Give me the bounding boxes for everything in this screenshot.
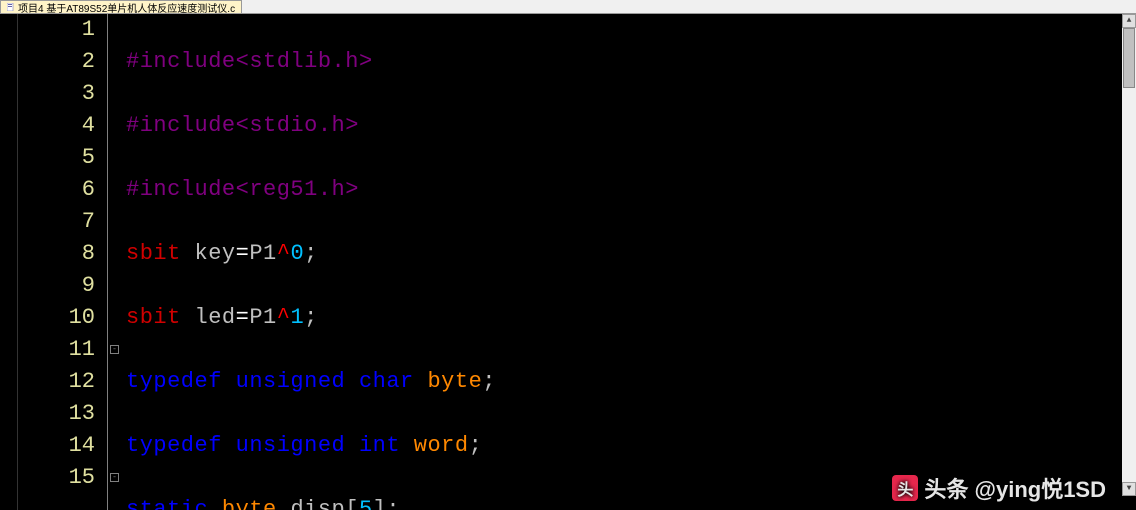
type-name: word: [414, 433, 469, 458]
code-area[interactable]: #include<stdlib.h> #include<stdio.h> #in…: [122, 14, 1136, 510]
code-editor: 1 2 3 4 5 6 7 8 9 10 11 12 13 14 15 - - …: [0, 14, 1136, 510]
include-path: <stdio.h>: [236, 113, 359, 138]
fold-margin: - -: [108, 14, 122, 510]
punct: ;: [304, 241, 318, 266]
scrollbar-thumb[interactable]: [1123, 28, 1135, 88]
preproc-directive: #include: [126, 49, 236, 74]
type-name: byte: [222, 497, 277, 510]
keyword: typedef: [126, 369, 222, 394]
vertical-scrollbar[interactable]: ▲ ▼: [1122, 14, 1136, 496]
line-number: 13: [18, 398, 95, 430]
keyword: char: [359, 369, 414, 394]
watermark-text: 头条 @ying悦1SD: [924, 472, 1106, 504]
line-number: 3: [18, 78, 95, 110]
keyword: typedef: [126, 433, 222, 458]
bracket: [: [345, 497, 359, 510]
toutiao-icon: 头: [892, 475, 918, 501]
scroll-up-arrow-icon[interactable]: ▲: [1122, 14, 1136, 28]
keyword: sbit: [126, 305, 181, 330]
margin-left: [0, 14, 18, 510]
file-icon: [7, 3, 15, 11]
line-number: 14: [18, 430, 95, 462]
number: 0: [290, 241, 304, 266]
scroll-down-arrow-icon[interactable]: ▼: [1122, 482, 1136, 496]
code-line: #include<stdlib.h>: [126, 46, 1136, 78]
line-number: 7: [18, 206, 95, 238]
line-number: 2: [18, 46, 95, 78]
code-line: sbit key=P1^0;: [126, 238, 1136, 270]
line-number: 1: [18, 14, 95, 46]
operator: =: [236, 241, 250, 266]
number: 1: [290, 305, 304, 330]
keyword: sbit: [126, 241, 181, 266]
preproc-directive: #include: [126, 113, 236, 138]
preproc-directive: #include: [126, 177, 236, 202]
type-name: byte: [427, 369, 482, 394]
line-number-gutter: 1 2 3 4 5 6 7 8 9 10 11 12 13 14 15: [18, 14, 108, 510]
punct: ;: [386, 497, 400, 510]
fold-toggle-icon[interactable]: -: [110, 473, 119, 482]
operator: ^: [277, 305, 291, 330]
line-number: 10: [18, 302, 95, 334]
keyword: int: [359, 433, 400, 458]
code-line: sbit led=P1^1;: [126, 302, 1136, 334]
line-number: 4: [18, 110, 95, 142]
keyword: unsigned: [236, 369, 346, 394]
punct: ;: [469, 433, 483, 458]
operator: ^: [277, 241, 291, 266]
fold-toggle-icon[interactable]: -: [110, 345, 119, 354]
identifier: P1: [249, 241, 276, 266]
line-number: 11: [18, 334, 95, 366]
line-number: 15: [18, 462, 95, 494]
file-tab[interactable]: 项目4 基于AT89S52单片机人体反应速度测试仪.c: [0, 0, 242, 13]
line-number: 5: [18, 142, 95, 174]
code-line: #include<stdio.h>: [126, 110, 1136, 142]
include-path: <stdlib.h>: [236, 49, 373, 74]
tab-bar: 项目4 基于AT89S52单片机人体反应速度测试仪.c: [0, 0, 1136, 14]
code-line: typedef unsigned int word;: [126, 430, 1136, 462]
tab-title: 项目4 基于AT89S52单片机人体反应速度测试仪.c: [18, 0, 235, 15]
code-line: #include<reg51.h>: [126, 174, 1136, 206]
punct: ;: [304, 305, 318, 330]
identifier: key: [195, 241, 236, 266]
identifier: P1: [249, 305, 276, 330]
identifier: led: [195, 305, 236, 330]
include-path: <reg51.h>: [236, 177, 359, 202]
identifier: disp: [290, 497, 345, 510]
line-number: 8: [18, 238, 95, 270]
line-number: 12: [18, 366, 95, 398]
watermark: 头 头条 @ying悦1SD: [892, 472, 1106, 504]
code-line: typedef unsigned char byte;: [126, 366, 1136, 398]
keyword: unsigned: [236, 433, 346, 458]
number: 5: [359, 497, 373, 510]
line-number: 9: [18, 270, 95, 302]
operator: =: [236, 305, 250, 330]
keyword: static: [126, 497, 208, 510]
bracket: ]: [373, 497, 387, 510]
line-number: 6: [18, 174, 95, 206]
punct: ;: [482, 369, 496, 394]
